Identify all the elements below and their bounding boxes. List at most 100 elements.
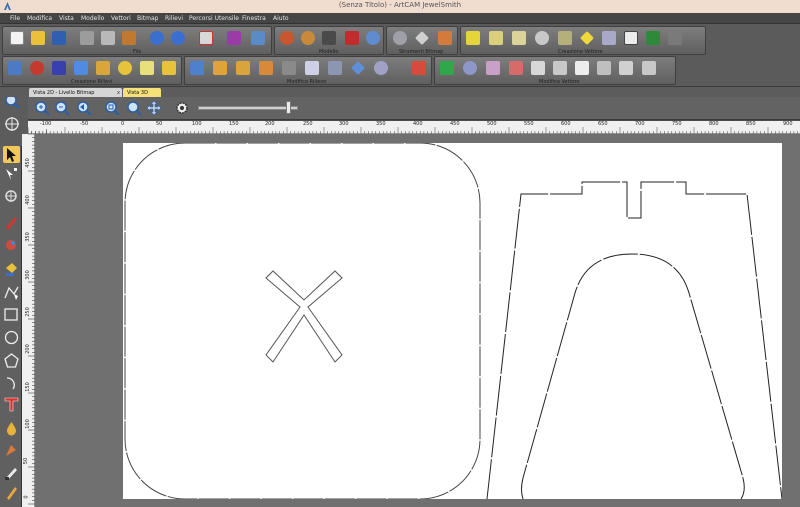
eraser-icon[interactable] xyxy=(391,29,409,47)
menu-vettori[interactable]: Vettori xyxy=(111,15,131,22)
toolbar-creazione-rilievi: Creazione Rilievi xyxy=(2,56,182,85)
node-edit-icon[interactable] xyxy=(3,166,20,183)
gem-blue-icon[interactable] xyxy=(72,59,90,77)
save-icon[interactable] xyxy=(50,29,68,47)
coil-icon[interactable] xyxy=(116,59,134,77)
rectangle-tool-icon[interactable] xyxy=(3,306,20,323)
brush-tool-icon[interactable] xyxy=(3,484,20,501)
frame-icon[interactable] xyxy=(484,59,502,77)
pen-icon[interactable] xyxy=(410,59,428,77)
person-icon[interactable] xyxy=(280,59,298,77)
undo-icon[interactable] xyxy=(148,29,166,47)
sphere-mesh-icon[interactable] xyxy=(364,29,382,47)
teddy-icon[interactable] xyxy=(299,29,317,47)
paint-color-icon[interactable] xyxy=(3,236,20,253)
redo-icon[interactable] xyxy=(169,29,187,47)
brush-tools-icon[interactable] xyxy=(436,29,454,47)
menu-modello[interactable]: Modello xyxy=(81,15,104,22)
new-file-icon[interactable] xyxy=(8,29,26,47)
blue-slab-icon[interactable] xyxy=(188,59,206,77)
diamond-yellow-icon[interactable] xyxy=(578,29,596,47)
polygon-tool-icon[interactable] xyxy=(3,352,20,369)
ring-icon[interactable] xyxy=(372,59,390,77)
pot-icon[interactable] xyxy=(461,59,479,77)
curve-icon[interactable] xyxy=(595,59,613,77)
grid-edit-icon[interactable] xyxy=(551,59,569,77)
polygon-icon[interactable] xyxy=(573,59,591,77)
scissors-icon[interactable] xyxy=(556,29,574,47)
model-sheet[interactable] xyxy=(123,143,782,499)
arc-icon[interactable] xyxy=(533,29,551,47)
sprinkle-icon[interactable] xyxy=(211,59,229,77)
menu-modifica[interactable]: Modifica xyxy=(27,15,52,22)
trapezoid-outline-vector[interactable] xyxy=(486,181,782,499)
bracket-icon[interactable] xyxy=(529,59,547,77)
fan-icon[interactable] xyxy=(600,29,618,47)
pen-red-icon[interactable] xyxy=(3,214,20,231)
bitmap-contrast-slider[interactable] xyxy=(198,106,298,110)
wizard-icon[interactable] xyxy=(197,29,215,47)
tub-icon[interactable] xyxy=(303,59,321,77)
chain-icon[interactable] xyxy=(510,29,528,47)
relief-drop-icon[interactable] xyxy=(3,420,20,437)
star-cursor-icon[interactable] xyxy=(464,29,482,47)
zoom-out-icon[interactable] xyxy=(54,100,70,116)
star-relief-icon[interactable] xyxy=(50,59,68,77)
column-icon[interactable] xyxy=(326,59,344,77)
grid-icon[interactable] xyxy=(644,29,662,47)
offset-icon[interactable] xyxy=(640,59,658,77)
s-curve-icon[interactable] xyxy=(94,59,112,77)
menu-vista[interactable]: Vista xyxy=(59,15,74,22)
join-icon[interactable] xyxy=(617,59,635,77)
arc-tool-icon[interactable] xyxy=(3,374,20,391)
fill-bucket-icon[interactable] xyxy=(3,260,20,277)
cross-cutout-vector[interactable] xyxy=(265,270,343,363)
cup-icon[interactable] xyxy=(234,59,252,77)
circle-tool-icon[interactable] xyxy=(3,329,20,346)
diamond-outline-icon[interactable] xyxy=(413,29,431,47)
menu-aiuto[interactable]: Aiuto xyxy=(273,15,289,22)
import-icon[interactable] xyxy=(249,29,267,47)
relief-bear-icon[interactable] xyxy=(278,29,296,47)
node-layers-icon[interactable] xyxy=(6,59,24,77)
knife-tool-icon[interactable] xyxy=(3,464,20,481)
pan-view-icon[interactable] xyxy=(146,100,162,116)
jar-icon[interactable] xyxy=(320,29,338,47)
layers-icon[interactable] xyxy=(666,29,684,47)
box-icon[interactable] xyxy=(349,59,367,77)
droplet-icon[interactable] xyxy=(28,59,46,77)
menu-file[interactable]: File xyxy=(10,15,20,22)
crosshair-icon[interactable] xyxy=(4,116,20,132)
sculpt-tool-icon[interactable] xyxy=(3,442,20,459)
paste-icon[interactable] xyxy=(120,29,138,47)
menu-percorsi-utensile[interactable]: Percorsi Utensile xyxy=(189,15,239,22)
select-arrow-icon[interactable] xyxy=(3,146,20,163)
zoom-window-icon[interactable] xyxy=(126,100,142,116)
polyline-tool-icon[interactable] xyxy=(3,284,20,301)
menu-finestra[interactable]: Finestra xyxy=(242,15,266,22)
zoom-fit-icon[interactable] xyxy=(104,100,120,116)
rounded-rectangle-vector[interactable] xyxy=(124,143,481,499)
wave-icon[interactable] xyxy=(507,59,525,77)
green-cross-icon[interactable] xyxy=(438,59,456,77)
menu-rilievi[interactable]: Rilievi xyxy=(165,15,183,22)
inner-arch-vector[interactable] xyxy=(521,253,745,499)
menu-bitmap[interactable]: Bitmap xyxy=(137,15,158,22)
gnome-icon[interactable] xyxy=(343,29,361,47)
node-cursor-icon[interactable] xyxy=(487,29,505,47)
stack-icon[interactable] xyxy=(138,59,156,77)
slider-thumb[interactable] xyxy=(286,101,291,114)
nrs-text-icon[interactable] xyxy=(622,29,640,47)
transform-icon[interactable] xyxy=(3,188,20,205)
cut-icon[interactable] xyxy=(78,29,96,47)
close-icon[interactable]: x xyxy=(117,90,120,96)
copy-icon[interactable] xyxy=(99,29,117,47)
stud-icon[interactable] xyxy=(257,59,275,77)
book-icon[interactable] xyxy=(225,29,243,47)
text-tool-icon[interactable] xyxy=(3,396,20,413)
zoom-in-icon[interactable] xyxy=(34,100,50,116)
yellow-layer-icon[interactable] xyxy=(160,59,178,77)
open-folder-icon[interactable] xyxy=(29,29,47,47)
zoom-previous-icon[interactable] xyxy=(76,100,92,116)
settings-gear-icon[interactable] xyxy=(174,100,190,116)
